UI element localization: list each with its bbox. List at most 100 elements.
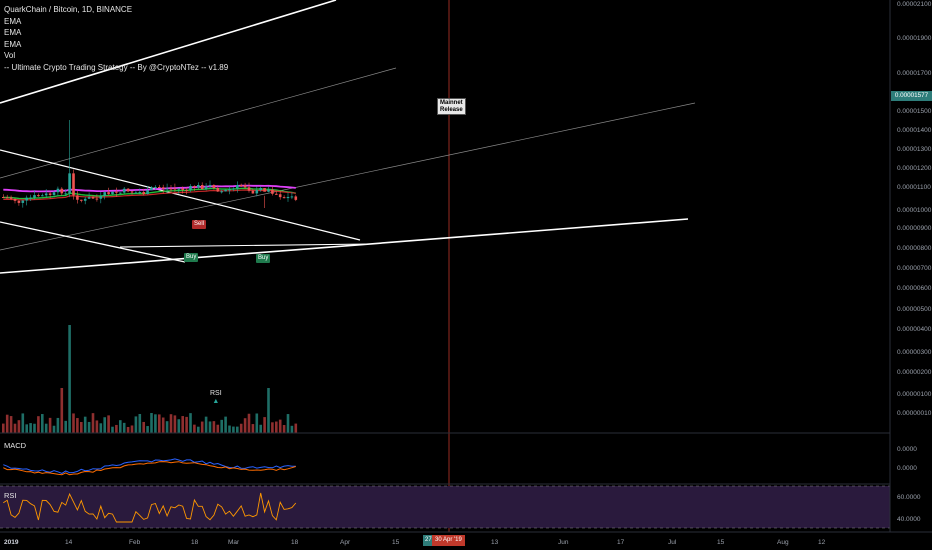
volume-bar xyxy=(220,419,223,433)
volume-bar xyxy=(255,413,259,433)
up-triangle-icon: ▲ xyxy=(212,398,220,405)
rsi-pane-title[interactable]: RSI xyxy=(4,491,17,500)
volume-bar xyxy=(9,416,13,433)
time-axis[interactable]: 2019 14 Feb 18 Mar 18 Apr 15 13 Jun 17 J… xyxy=(4,539,826,546)
volume-bar xyxy=(236,426,239,433)
volume-bar xyxy=(134,416,138,433)
candle-body xyxy=(271,189,274,194)
price-label: 0.00000900 xyxy=(897,225,932,232)
price-label: 0.00000700 xyxy=(897,265,932,272)
time-label: Apr xyxy=(340,539,351,546)
volume-bar xyxy=(146,426,149,433)
candle-body xyxy=(25,197,28,201)
price-label: 0.00001100 xyxy=(897,184,931,191)
candle-body xyxy=(130,191,134,193)
volume-bar xyxy=(21,413,25,433)
candle-body xyxy=(122,188,126,193)
candle-body xyxy=(236,185,239,189)
volume-bar xyxy=(83,416,87,433)
candle-body xyxy=(111,191,114,195)
candle-body xyxy=(146,190,149,195)
volume-bar xyxy=(228,425,231,433)
volume-bar xyxy=(232,426,235,433)
volume-bar xyxy=(48,417,52,433)
volume-bar xyxy=(72,413,75,433)
volume-bar xyxy=(275,421,278,433)
legend-ema-1[interactable]: EMA xyxy=(4,16,228,28)
volume-bar xyxy=(177,419,181,433)
volume-bar xyxy=(185,416,188,433)
legend-volume[interactable]: Vol xyxy=(4,50,228,62)
candle-body xyxy=(2,197,5,198)
candle-body xyxy=(95,198,99,200)
candle-body xyxy=(80,199,83,201)
legend-ema-3[interactable]: EMA xyxy=(4,39,228,51)
candle-body xyxy=(165,188,169,190)
candle-body xyxy=(177,188,181,190)
candle-body xyxy=(48,193,52,195)
candle-body xyxy=(204,186,208,190)
volume-bar xyxy=(204,416,208,433)
legend-symbol[interactable]: QuarkChain / Bitcoin, 1D, BINANCE xyxy=(4,4,228,16)
buy-signal[interactable]: Buy xyxy=(256,254,271,263)
macd-pane-title[interactable]: MACD xyxy=(4,441,26,450)
volume-bar xyxy=(263,417,266,433)
price-label: 0.00002100 xyxy=(897,1,932,8)
legend-strategy[interactable]: -- Ultimate Crypto Trading Strategy -- B… xyxy=(4,62,228,74)
candle-body xyxy=(181,188,184,190)
trendline-channel-bottom[interactable] xyxy=(0,221,186,263)
volume-bar xyxy=(60,388,64,433)
volume-bar xyxy=(107,415,110,433)
macd-axis-label: 0.0000 xyxy=(897,446,917,453)
legend-ema-2[interactable]: EMA xyxy=(4,27,228,39)
rsi-axis-label: 40.0000 xyxy=(897,516,921,523)
macd-line xyxy=(3,458,296,474)
price-label: 0.00000500 xyxy=(897,306,932,313)
price-axis[interactable]: 0.00002100 0.00001900 0.00001700 0.00001… xyxy=(897,1,932,523)
candle-body xyxy=(224,189,227,192)
price-label: 0.00001200 xyxy=(897,165,932,172)
macd-signal-line xyxy=(3,461,296,476)
candle-body xyxy=(197,185,200,188)
candle-body xyxy=(255,190,259,194)
volume-bar xyxy=(158,414,161,433)
volume-bar xyxy=(142,421,145,433)
candle-body xyxy=(68,173,71,194)
candle-body xyxy=(169,188,173,190)
candle-body xyxy=(134,192,138,194)
trendline-support[interactable] xyxy=(0,218,689,274)
volume-bar xyxy=(64,420,67,433)
rsi-marker-label: RSI xyxy=(210,390,222,397)
price-label: 0.00000400 xyxy=(897,326,932,333)
mainnet-release-annotation[interactable]: Mainnet Release xyxy=(437,98,466,115)
volume-bar xyxy=(13,423,17,433)
volume-bar xyxy=(286,414,290,433)
candle-body xyxy=(126,188,130,192)
time-label: 15 xyxy=(717,539,725,546)
price-label: 0.00000010 xyxy=(897,410,932,417)
time-label: 18 xyxy=(191,539,199,546)
candle-body xyxy=(29,197,32,199)
candle-body xyxy=(154,187,157,189)
time-label: 12 xyxy=(818,539,826,546)
candle-body xyxy=(282,197,286,199)
volume-bar xyxy=(150,413,153,433)
volume-bar xyxy=(165,421,169,433)
volume-bar xyxy=(216,424,220,433)
candle-body xyxy=(185,189,188,191)
candle-body xyxy=(212,185,216,189)
candle-body xyxy=(243,185,247,188)
volume-bar xyxy=(5,414,9,433)
volume-bar xyxy=(76,418,79,433)
candle-body xyxy=(275,193,278,195)
candle-body xyxy=(37,195,40,197)
volume-bar xyxy=(193,424,196,433)
sell-signal[interactable]: Sell xyxy=(192,220,207,229)
rsi-signal-marker[interactable]: RSI ▲ xyxy=(210,390,222,406)
candle-body xyxy=(259,188,262,191)
volume-bar xyxy=(294,423,298,433)
buy-signal[interactable]: Buy xyxy=(184,253,199,262)
price-chart-canvas[interactable]: 0.00002100 0.00001900 0.00001700 0.00001… xyxy=(0,0,932,550)
price-label: 0.00001000 xyxy=(897,207,932,214)
time-label: Feb xyxy=(129,539,141,546)
